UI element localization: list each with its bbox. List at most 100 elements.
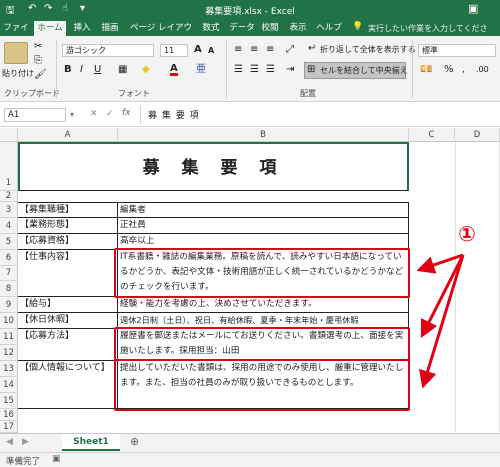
tab-data[interactable]: データ xyxy=(228,21,256,36)
alignment-group-label: 配置 xyxy=(300,89,316,98)
clipboard-group-label: クリップボード xyxy=(4,89,60,98)
align-right-icon[interactable]: ☰ xyxy=(266,65,275,75)
tab-insert[interactable]: 挿入 xyxy=(70,21,94,36)
paste-icon[interactable] xyxy=(4,42,28,64)
cell-b4[interactable]: 正社員 xyxy=(118,218,409,234)
bold-button[interactable]: B xyxy=(64,65,72,75)
align-middle-icon[interactable]: ≡ xyxy=(250,45,258,55)
annotation-arrows xyxy=(416,253,465,389)
tab-view[interactable]: 表示 xyxy=(286,21,310,36)
column-header-b[interactable]: B xyxy=(118,128,409,142)
cell-a9[interactable]: 【給与】 xyxy=(18,297,118,313)
percent-icon[interactable]: % xyxy=(444,65,454,75)
row-header[interactable]: 14 xyxy=(0,377,18,393)
column-header-d[interactable]: D xyxy=(455,128,500,142)
indent-icon[interactable]: ⇥ xyxy=(286,65,294,75)
align-top-icon[interactable]: ≡ xyxy=(234,45,242,55)
decimal-icon[interactable]: .00 xyxy=(476,65,489,75)
cut-icon[interactable]: ✂ xyxy=(34,42,42,52)
row-header[interactable]: 3 xyxy=(0,202,18,218)
formula-input[interactable]: 募 集 要 項 xyxy=(148,108,200,121)
macro-record-icon[interactable]: ▣ xyxy=(52,454,61,464)
cell-a5[interactable]: 【応募資格】 xyxy=(18,234,118,250)
cell-a10[interactable]: 【休日休暇】 xyxy=(18,313,118,329)
cell-a11[interactable]: 【応募方法】 xyxy=(18,329,118,361)
tab-page-layout[interactable]: ページ レイアウト xyxy=(126,21,196,48)
name-box[interactable]: A1 xyxy=(4,108,66,122)
cell-a6[interactable]: 【仕事内容】 xyxy=(18,250,118,297)
tab-file[interactable]: ファイル xyxy=(2,21,30,48)
tab-formulas[interactable]: 数式 xyxy=(198,21,224,36)
row-header[interactable]: 4 xyxy=(0,218,18,234)
merge-center-button[interactable]: セルを結合して中央揃え xyxy=(320,65,408,76)
row-header[interactable]: 15 xyxy=(0,393,18,409)
wrap-text-icon: ↵ xyxy=(308,43,317,54)
comma-style-icon[interactable]: , xyxy=(462,65,465,75)
ribbon-display-options-icon[interactable]: ▣ xyxy=(468,2,478,15)
row-header[interactable]: 9 xyxy=(0,297,18,313)
row-header[interactable]: 16 xyxy=(0,409,18,421)
tab-home[interactable]: ホーム xyxy=(34,21,66,36)
fill-color-icon[interactable]: ◆ xyxy=(142,65,150,75)
ribbon: 貼り付け ✂ ⎘ 🖌 クリップボード 游ゴシック 11 A A B I U ▦ … xyxy=(0,36,500,102)
shrink-font-icon[interactable]: A xyxy=(208,46,214,56)
italic-button[interactable]: I xyxy=(80,65,83,75)
phonetic-guide-icon[interactable]: 亜 xyxy=(196,65,206,75)
highlight-box-application-method xyxy=(114,327,410,361)
row-header[interactable]: 8 xyxy=(0,281,18,297)
format-painter-icon[interactable]: 🖌 xyxy=(34,70,47,80)
currency-icon[interactable]: 💴 xyxy=(420,65,432,75)
window-title: 募集要項.xlsx - Excel xyxy=(205,7,295,17)
align-center-icon[interactable]: ☰ xyxy=(250,65,259,75)
tell-me-search[interactable]: 実行したい作業を入力してくださ xyxy=(368,21,488,36)
align-left-icon[interactable]: ☰ xyxy=(234,65,243,75)
enter-icon[interactable]: ✓ xyxy=(106,109,114,119)
ribbon-tabs: ファイル ホーム 挿入 描画 ページ レイアウト 数式 データ 校閲 表示 ヘル… xyxy=(0,19,500,48)
name-box-dropdown-icon[interactable]: ▾ xyxy=(70,110,74,119)
merge-center-icon: ⊞ xyxy=(307,64,316,75)
row-header[interactable]: 2 xyxy=(0,191,18,202)
row-header[interactable]: 7 xyxy=(0,266,18,281)
row-header[interactable]: 5 xyxy=(0,234,18,250)
row-header[interactable]: 10 xyxy=(0,313,18,329)
wrap-text-button[interactable]: 折り返して全体を表示する xyxy=(320,44,416,55)
row-header[interactable]: 11 xyxy=(0,329,18,345)
copy-icon[interactable]: ⎘ xyxy=(34,56,42,66)
tab-draw[interactable]: 描画 xyxy=(98,21,122,36)
cancel-icon[interactable]: ✕ xyxy=(90,109,98,119)
formula-bar: A1 ▾ ✕ ✓ fx 募 集 要 項 xyxy=(0,103,500,127)
paste-button[interactable]: 貼り付け xyxy=(2,68,34,79)
scroll-right-icon[interactable]: ▶ xyxy=(22,437,29,447)
grow-font-icon[interactable]: A xyxy=(194,45,202,55)
row-header[interactable]: 12 xyxy=(0,345,18,361)
row-header[interactable]: 6 xyxy=(0,250,18,266)
scroll-left-icon[interactable]: ◀ xyxy=(6,437,13,447)
column-header-a[interactable]: A xyxy=(18,128,118,142)
lightbulb-icon: 💡 xyxy=(352,22,364,32)
tab-help[interactable]: ヘルプ xyxy=(314,21,344,36)
cell-a3[interactable]: 【募集職種】 xyxy=(18,202,118,218)
font-color-icon[interactable]: A xyxy=(170,64,178,76)
number-format-combo[interactable]: 標準 xyxy=(418,44,496,57)
borders-icon[interactable]: ▦ xyxy=(118,65,127,75)
font-size-combo[interactable]: 11 xyxy=(160,44,188,57)
add-sheet-icon[interactable]: ⊕ xyxy=(130,435,139,448)
cell-b3[interactable]: 編集者 xyxy=(118,202,409,218)
tab-review[interactable]: 校閲 xyxy=(258,21,282,36)
annotation-marker: ① xyxy=(458,222,476,246)
cell-a13[interactable]: 【個人情報について】 xyxy=(18,361,118,409)
select-all-corner[interactable] xyxy=(0,128,18,142)
column-header-c[interactable]: C xyxy=(409,128,455,142)
insert-function-icon[interactable]: fx xyxy=(122,108,131,118)
row-header[interactable]: 17 xyxy=(0,421,18,433)
cell-b9[interactable]: 経験・能力を考慮の上、決めさせていただきます。 xyxy=(118,297,409,313)
row-header[interactable]: 13 xyxy=(0,361,18,377)
font-name-combo[interactable]: 游ゴシック xyxy=(62,44,154,57)
orientation-icon[interactable]: ⤢ xyxy=(286,45,294,55)
underline-button[interactable]: U xyxy=(94,65,101,75)
row-header[interactable]: 1 xyxy=(0,142,18,191)
cell-a4[interactable]: 【業務形態】 xyxy=(18,218,118,234)
title-cell[interactable]: 募 集 要 項 xyxy=(18,142,409,191)
align-bottom-icon[interactable]: ≡ xyxy=(266,45,274,55)
sheet-tab-sheet1[interactable]: Sheet1 xyxy=(62,434,120,451)
